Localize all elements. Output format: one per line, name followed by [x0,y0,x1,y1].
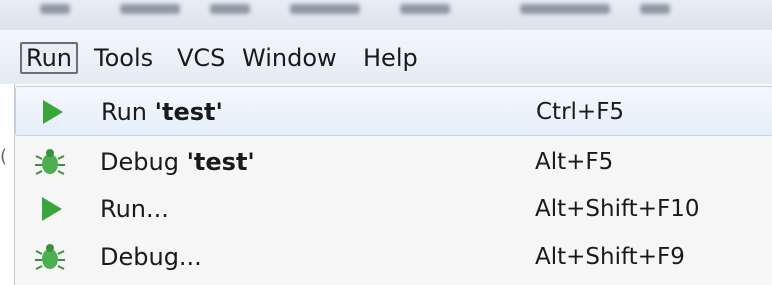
shortcut-text: Alt+Shift+F10 [535,196,700,222]
editor-gutter: ( [0,84,14,285]
run-icon [43,100,63,124]
menu-item-debug-test[interactable]: Debug 'test' Alt+F5 [15,137,772,187]
debug-bug-icon [35,244,65,270]
window-title-strip [0,0,772,30]
shortcut-text: Ctrl+F5 [536,99,625,125]
menu-item-debug-config[interactable]: Debug... Alt+Shift+F9 [15,232,772,282]
shortcut-text: Alt+F5 [535,149,614,175]
menu-item-label: Run... [100,195,169,223]
shortcut-text: Alt+Shift+F9 [535,244,685,270]
menu-item-run-test[interactable]: Run 'test' Ctrl+F5 [15,86,772,136]
menu-window[interactable]: Window [238,42,341,74]
run-dropdown-menu: Run 'test' Ctrl+F5 Debug 'test' Alt+F5 R… [14,84,772,285]
menu-vcs[interactable]: VCS [173,42,229,74]
menu-run[interactable]: Run [20,42,79,74]
run-icon [42,197,62,221]
menu-item-label: Debug... [100,243,202,271]
menu-item-run-config[interactable]: Run... Alt+Shift+F10 [15,184,772,234]
menu-tools[interactable]: Tools [90,42,157,74]
gutter-glyph: ( [0,146,8,167]
debug-bug-icon [35,149,65,175]
menu-bar: Run Tools VCS Window Help [0,30,772,85]
menu-help[interactable]: Help [359,42,422,74]
menu-item-label: Run 'test' [101,98,223,126]
menu-item-label: Debug 'test' [100,148,255,176]
